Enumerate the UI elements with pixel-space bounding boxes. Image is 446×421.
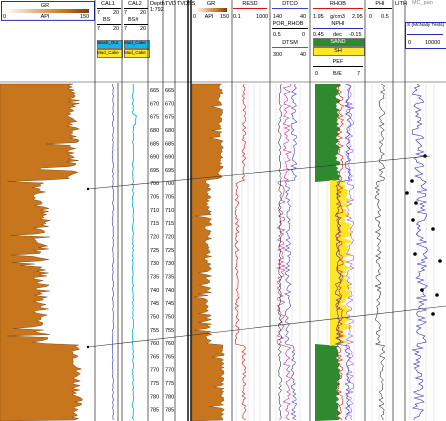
left-gr-curve (0, 83, 83, 421)
depth-label: 785 (150, 408, 159, 414)
depth-label: 775 (165, 381, 174, 387)
mcnally-test-point[interactable] (420, 288, 424, 292)
mcnally-test-point[interactable] (414, 201, 418, 205)
depth-label: 765 (165, 354, 174, 360)
track-separators (94, 0, 406, 421)
depth-label: 705 (150, 195, 159, 201)
depth-label: 755 (150, 328, 159, 334)
depth-label: 780 (150, 394, 159, 400)
depth-label: 735 (150, 274, 159, 280)
depth-label: 685 (165, 141, 174, 147)
cal2-curve (131, 83, 137, 421)
depth-label: 750 (150, 314, 159, 320)
depth-label: 730 (150, 261, 159, 267)
depth-label: 770 (165, 368, 174, 374)
mcnally-test-point[interactable] (405, 191, 409, 195)
depth-label: 710 (150, 208, 159, 214)
correlation-line-top[interactable] (87, 155, 431, 190)
mcnally-test-point[interactable] (413, 252, 417, 256)
mcnally-test-point[interactable] (435, 293, 439, 297)
depth-label: 770 (150, 368, 159, 374)
depth-label: 760 (150, 341, 159, 347)
correlation-marker-bottom[interactable] (86, 345, 90, 349)
well-log-panel: 665 665 670 670 675 675 680 680 685 685 690 690 695 6… (0, 0, 446, 421)
depth-label: 760 (165, 341, 174, 347)
mcnally-test-point[interactable] (431, 227, 435, 231)
depth-label: 745 (165, 301, 174, 307)
mc-curve (411, 83, 428, 421)
gr-curve (191, 83, 225, 421)
mcnally-test-point[interactable] (423, 154, 427, 158)
por-curve (278, 83, 282, 421)
depth-label: 705 (165, 195, 174, 201)
depth-label: 710 (165, 208, 174, 214)
resd-curve (234, 83, 247, 421)
phi-curve (374, 83, 386, 421)
depth-label: 725 (150, 248, 159, 254)
depth-label: 715 (150, 221, 159, 227)
depth-label: 670 (165, 101, 174, 107)
depth-label: 765 (150, 354, 159, 360)
depth-label: 730 (165, 261, 174, 267)
depth-label: 775 (150, 381, 159, 387)
depth-label: 725 (165, 248, 174, 254)
mcnally-test-point[interactable] (410, 179, 414, 183)
depth-label: 680 (150, 128, 159, 134)
depth-label: 695 (150, 168, 159, 174)
pef-curve (345, 83, 355, 421)
depth-label: 740 (150, 288, 159, 294)
depth-labels: 665 665 670 670 675 675 680 680 685 685 690 690 695 6… (150, 88, 174, 414)
depth-label: 720 (150, 235, 159, 241)
depth-label: 665 (150, 88, 159, 94)
depth-label: 740 (165, 288, 174, 294)
depth-label: 665 (165, 88, 174, 94)
correlation-line-bottom[interactable] (87, 305, 446, 348)
depth-label: 755 (165, 328, 174, 334)
mcnally-test-point[interactable] (438, 259, 442, 263)
depth-label: 685 (150, 141, 159, 147)
depth-label: 700 (165, 181, 174, 187)
depth-label: 690 (150, 155, 159, 161)
depth-label: 690 (165, 155, 174, 161)
depth-label: 720 (165, 235, 174, 241)
correlation-marker-top[interactable] (86, 187, 90, 191)
depth-label: 675 (150, 115, 159, 121)
depth-label: 670 (150, 101, 159, 107)
cal1-curve (112, 83, 114, 421)
depth-label: 750 (165, 314, 174, 320)
mcnally-test-point[interactable] (411, 218, 415, 222)
depth-label: 785 (165, 408, 174, 414)
mcnally-test-point[interactable] (431, 312, 435, 316)
depth-label: 715 (165, 221, 174, 227)
depth-label: 780 (165, 394, 174, 400)
depth-label: 745 (150, 301, 159, 307)
depth-label: 695 (165, 168, 174, 174)
depth-label: 735 (165, 274, 174, 280)
mcnally-test-points (405, 154, 442, 316)
depth-label: 680 (165, 128, 174, 134)
depth-label: 675 (165, 115, 174, 121)
